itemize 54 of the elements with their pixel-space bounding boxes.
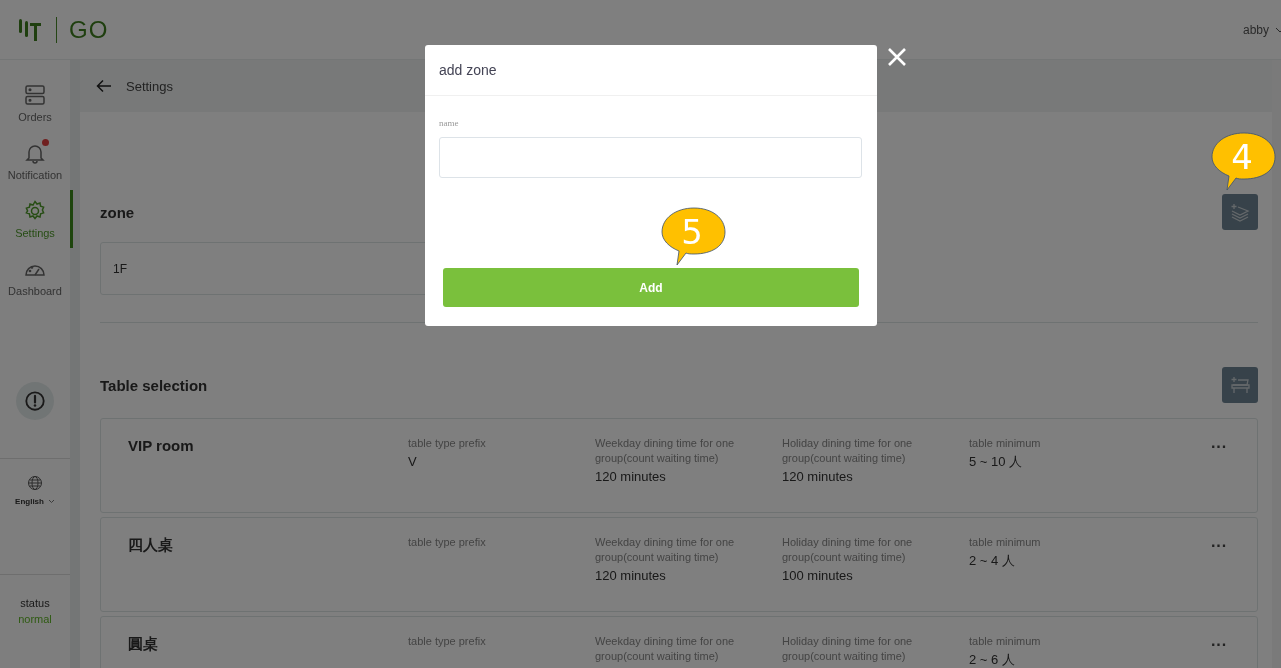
field-label: Weekday dining time for one group(count waiting time) — [595, 436, 736, 466]
close-icon[interactable] — [886, 46, 908, 68]
field-label: Weekday dining time for one group(count waiting time) — [595, 634, 736, 664]
section-title: Table selection — [100, 376, 208, 394]
alert-button[interactable] — [16, 382, 54, 420]
status-label: status — [20, 597, 50, 609]
back-icon[interactable] — [96, 79, 112, 93]
add-button[interactable]: Add — [443, 268, 859, 307]
section-title: zone — [100, 203, 135, 221]
field-label: name — [439, 118, 460, 128]
field-label: Holiday dining time for one group(count waiting time) — [782, 634, 914, 664]
logo-text: GO — [69, 15, 109, 44]
field-label: table minimum — [969, 436, 1042, 451]
more-button[interactable]: ··· — [1209, 440, 1229, 454]
globe-icon — [27, 475, 43, 491]
field-label: table minimum — [969, 535, 1042, 550]
dialog-title: add zone — [439, 62, 497, 78]
field-label: Weekday dining time for one group(count waiting time) — [595, 535, 736, 565]
field-value: V — [408, 454, 418, 469]
layers-plus-icon — [1229, 201, 1251, 223]
field-value: 120 minutes — [782, 469, 854, 484]
callout-bubble: 5 — [659, 206, 729, 268]
field-value: 120 minutes — [595, 568, 667, 583]
field-label: Holiday dining time for one group(count waiting time) — [782, 535, 914, 565]
sidebar-item[interactable]: Orders — [0, 74, 70, 132]
field-value: 5 ~ 10 人 — [969, 454, 1024, 469]
field-label: Holiday dining time for one group(count waiting time) — [782, 436, 914, 466]
table-plus-icon — [1229, 374, 1251, 396]
field-label: table type prefix — [408, 535, 487, 550]
sidebar-item[interactable]: Notification — [0, 132, 70, 190]
field-value: 120 minutes — [595, 469, 667, 484]
chevron-icon — [47, 499, 55, 504]
table-name: VIP room — [128, 436, 195, 456]
user-menu[interactable]: abby — [1242, 22, 1281, 37]
callout-bubble: 4 — [1209, 131, 1279, 193]
logo-icon — [18, 16, 44, 43]
table-name: 四人桌 — [128, 535, 174, 555]
sidebar-item[interactable]: Dashboard — [0, 248, 70, 306]
field-label: table type prefix — [408, 436, 487, 451]
field-label: table type prefix — [408, 634, 487, 649]
status-value: normal — [18, 613, 52, 625]
orders-icon — [23, 83, 47, 107]
field-value: 2 ~ 4 人 — [969, 553, 1016, 568]
field-value: 100 minutes — [782, 568, 854, 583]
field-label: table minimum — [969, 634, 1042, 649]
alert-icon — [24, 390, 46, 412]
language-selector[interactable]: English — [15, 497, 55, 506]
sidebar-item[interactable]: Settings — [0, 190, 70, 248]
more-button[interactable]: ··· — [1209, 539, 1229, 553]
field-value: 2 ~ 6 人 — [969, 652, 1016, 667]
name-field[interactable] — [439, 137, 862, 178]
more-button[interactable]: ··· — [1209, 638, 1229, 652]
page-title: Settings — [126, 78, 173, 94]
table-name: 圓桌 — [128, 634, 159, 654]
